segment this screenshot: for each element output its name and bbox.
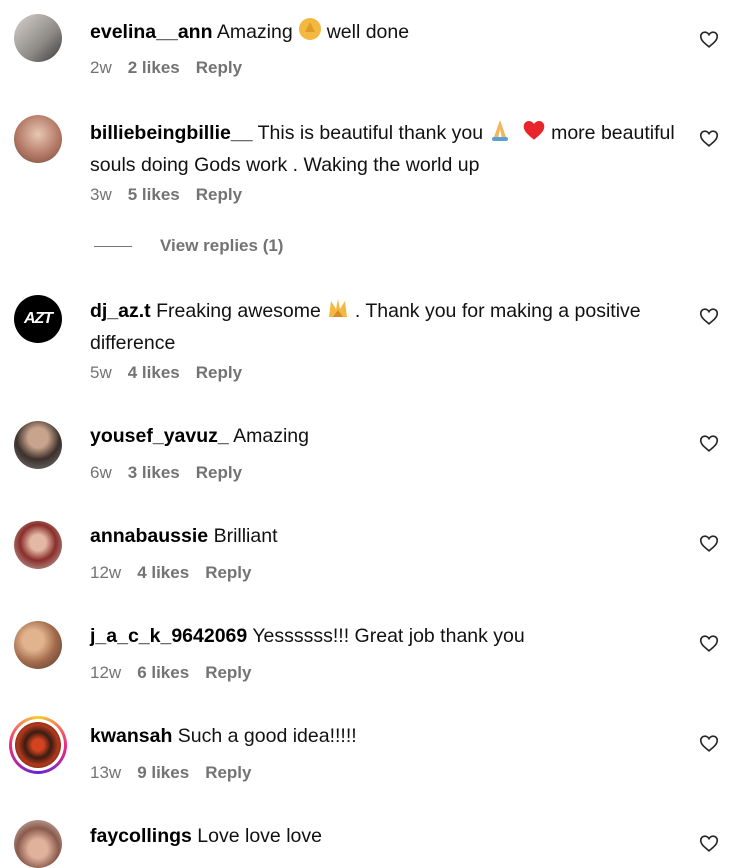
comment-meta: 3w 5 likes Reply [90, 185, 242, 205]
clapping-hands-icon [297, 16, 323, 50]
comment-username[interactable]: annabaussie [90, 525, 208, 547]
reply-button[interactable]: Reply [196, 185, 242, 205]
raising-hands-icon [325, 295, 351, 329]
comment-body: Amazing [233, 425, 309, 447]
heart-icon[interactable] [698, 305, 720, 327]
comment-body: Brilliant [213, 525, 278, 547]
story-ring[interactable] [9, 716, 67, 774]
comment-body: well done [326, 21, 410, 43]
avatar[interactable] [14, 820, 62, 868]
heart-icon[interactable] [698, 28, 720, 50]
avatar [12, 719, 64, 771]
comment-username[interactable]: kwansah [90, 725, 172, 747]
view-replies-button[interactable]: View replies (1) [90, 236, 283, 256]
comment-text: faycollings Love love love [90, 822, 680, 850]
avatar[interactable] [14, 115, 62, 163]
comment-body: This is beautiful thank you [257, 122, 484, 144]
avatar[interactable] [14, 14, 62, 62]
comment-time: 13w [90, 763, 122, 782]
reply-button[interactable]: Reply [205, 763, 251, 783]
comment-meta: 5w 4 likes Reply [90, 363, 242, 383]
reply-button[interactable]: Reply [196, 463, 242, 483]
avatar-image [15, 722, 61, 768]
comment-text: kwansah Such a good idea!!!!! [90, 722, 680, 750]
avatar[interactable]: AZT [14, 295, 62, 343]
reply-button[interactable]: Reply [205, 563, 251, 583]
likes-count[interactable]: 3 likes [128, 463, 180, 483]
reply-button[interactable]: Reply [196, 58, 242, 78]
avatar[interactable] [14, 421, 62, 469]
comment-text: evelina__ann Amazing well done [90, 16, 680, 50]
comment-meta: 12w 4 likes Reply [90, 563, 251, 583]
likes-count[interactable]: 5 likes [128, 185, 180, 205]
comment-meta: 6w 3 likes Reply [90, 463, 242, 483]
comment-username[interactable]: j_a_c_k_9642069 [90, 625, 247, 647]
heart-icon[interactable] [698, 432, 720, 454]
likes-count[interactable]: 9 likes [137, 763, 189, 783]
heart-icon[interactable] [698, 732, 720, 754]
comment-username[interactable]: yousef_yavuz_ [90, 425, 229, 447]
likes-count[interactable]: 2 likes [128, 58, 180, 78]
avatar-logo-text: AZT [23, 310, 53, 327]
comment-username[interactable]: faycollings [90, 825, 192, 847]
divider [94, 245, 132, 247]
red-heart-icon [521, 117, 547, 151]
comment-time: 3w [90, 185, 112, 204]
comment-time: 5w [90, 363, 112, 382]
comment-body: Yessssss!!! Great job thank you [252, 625, 525, 647]
avatar[interactable] [14, 621, 62, 669]
comment-body: Amazing [216, 21, 293, 43]
comment-time: 12w [90, 663, 122, 682]
likes-count[interactable]: 4 likes [137, 563, 189, 583]
likes-count[interactable]: 4 likes [128, 363, 180, 383]
likes-count[interactable]: 6 likes [137, 663, 189, 683]
comment-time: 2w [90, 58, 112, 77]
comment-body: Such a good idea!!!!! [177, 725, 357, 747]
comment-text: billiebeingbillie__ This is beautiful th… [90, 117, 680, 179]
comment-username[interactable]: dj_az.t [90, 300, 151, 322]
comment-meta: 12w 6 likes Reply [90, 663, 251, 683]
folded-hands-icon [487, 117, 513, 151]
comment-time: 6w [90, 463, 112, 482]
comment-username[interactable]: billiebeingbillie__ [90, 122, 253, 144]
comment-text: dj_az.t Freaking awesome . Thank you for… [90, 295, 680, 357]
comment-text: yousef_yavuz_ Amazing [90, 422, 680, 450]
reply-button[interactable]: Reply [205, 663, 251, 683]
comment-meta: 2w 2 likes Reply [90, 58, 242, 78]
heart-icon[interactable] [698, 127, 720, 149]
comment-text: j_a_c_k_9642069 Yessssss!!! Great job th… [90, 622, 680, 650]
heart-icon[interactable] [698, 632, 720, 654]
reply-button[interactable]: Reply [196, 363, 242, 383]
comment-meta: 13w 9 likes Reply [90, 763, 251, 783]
comment-username[interactable]: evelina__ann [90, 21, 212, 43]
comment-body: Freaking awesome [156, 300, 321, 322]
comment-time: 12w [90, 563, 122, 582]
comment-text: annabaussie Brilliant [90, 522, 680, 550]
heart-icon[interactable] [698, 832, 720, 854]
view-replies-label: View replies (1) [160, 236, 284, 255]
heart-icon[interactable] [698, 532, 720, 554]
comment-body: Love love love [197, 825, 322, 847]
avatar[interactable] [14, 521, 62, 569]
